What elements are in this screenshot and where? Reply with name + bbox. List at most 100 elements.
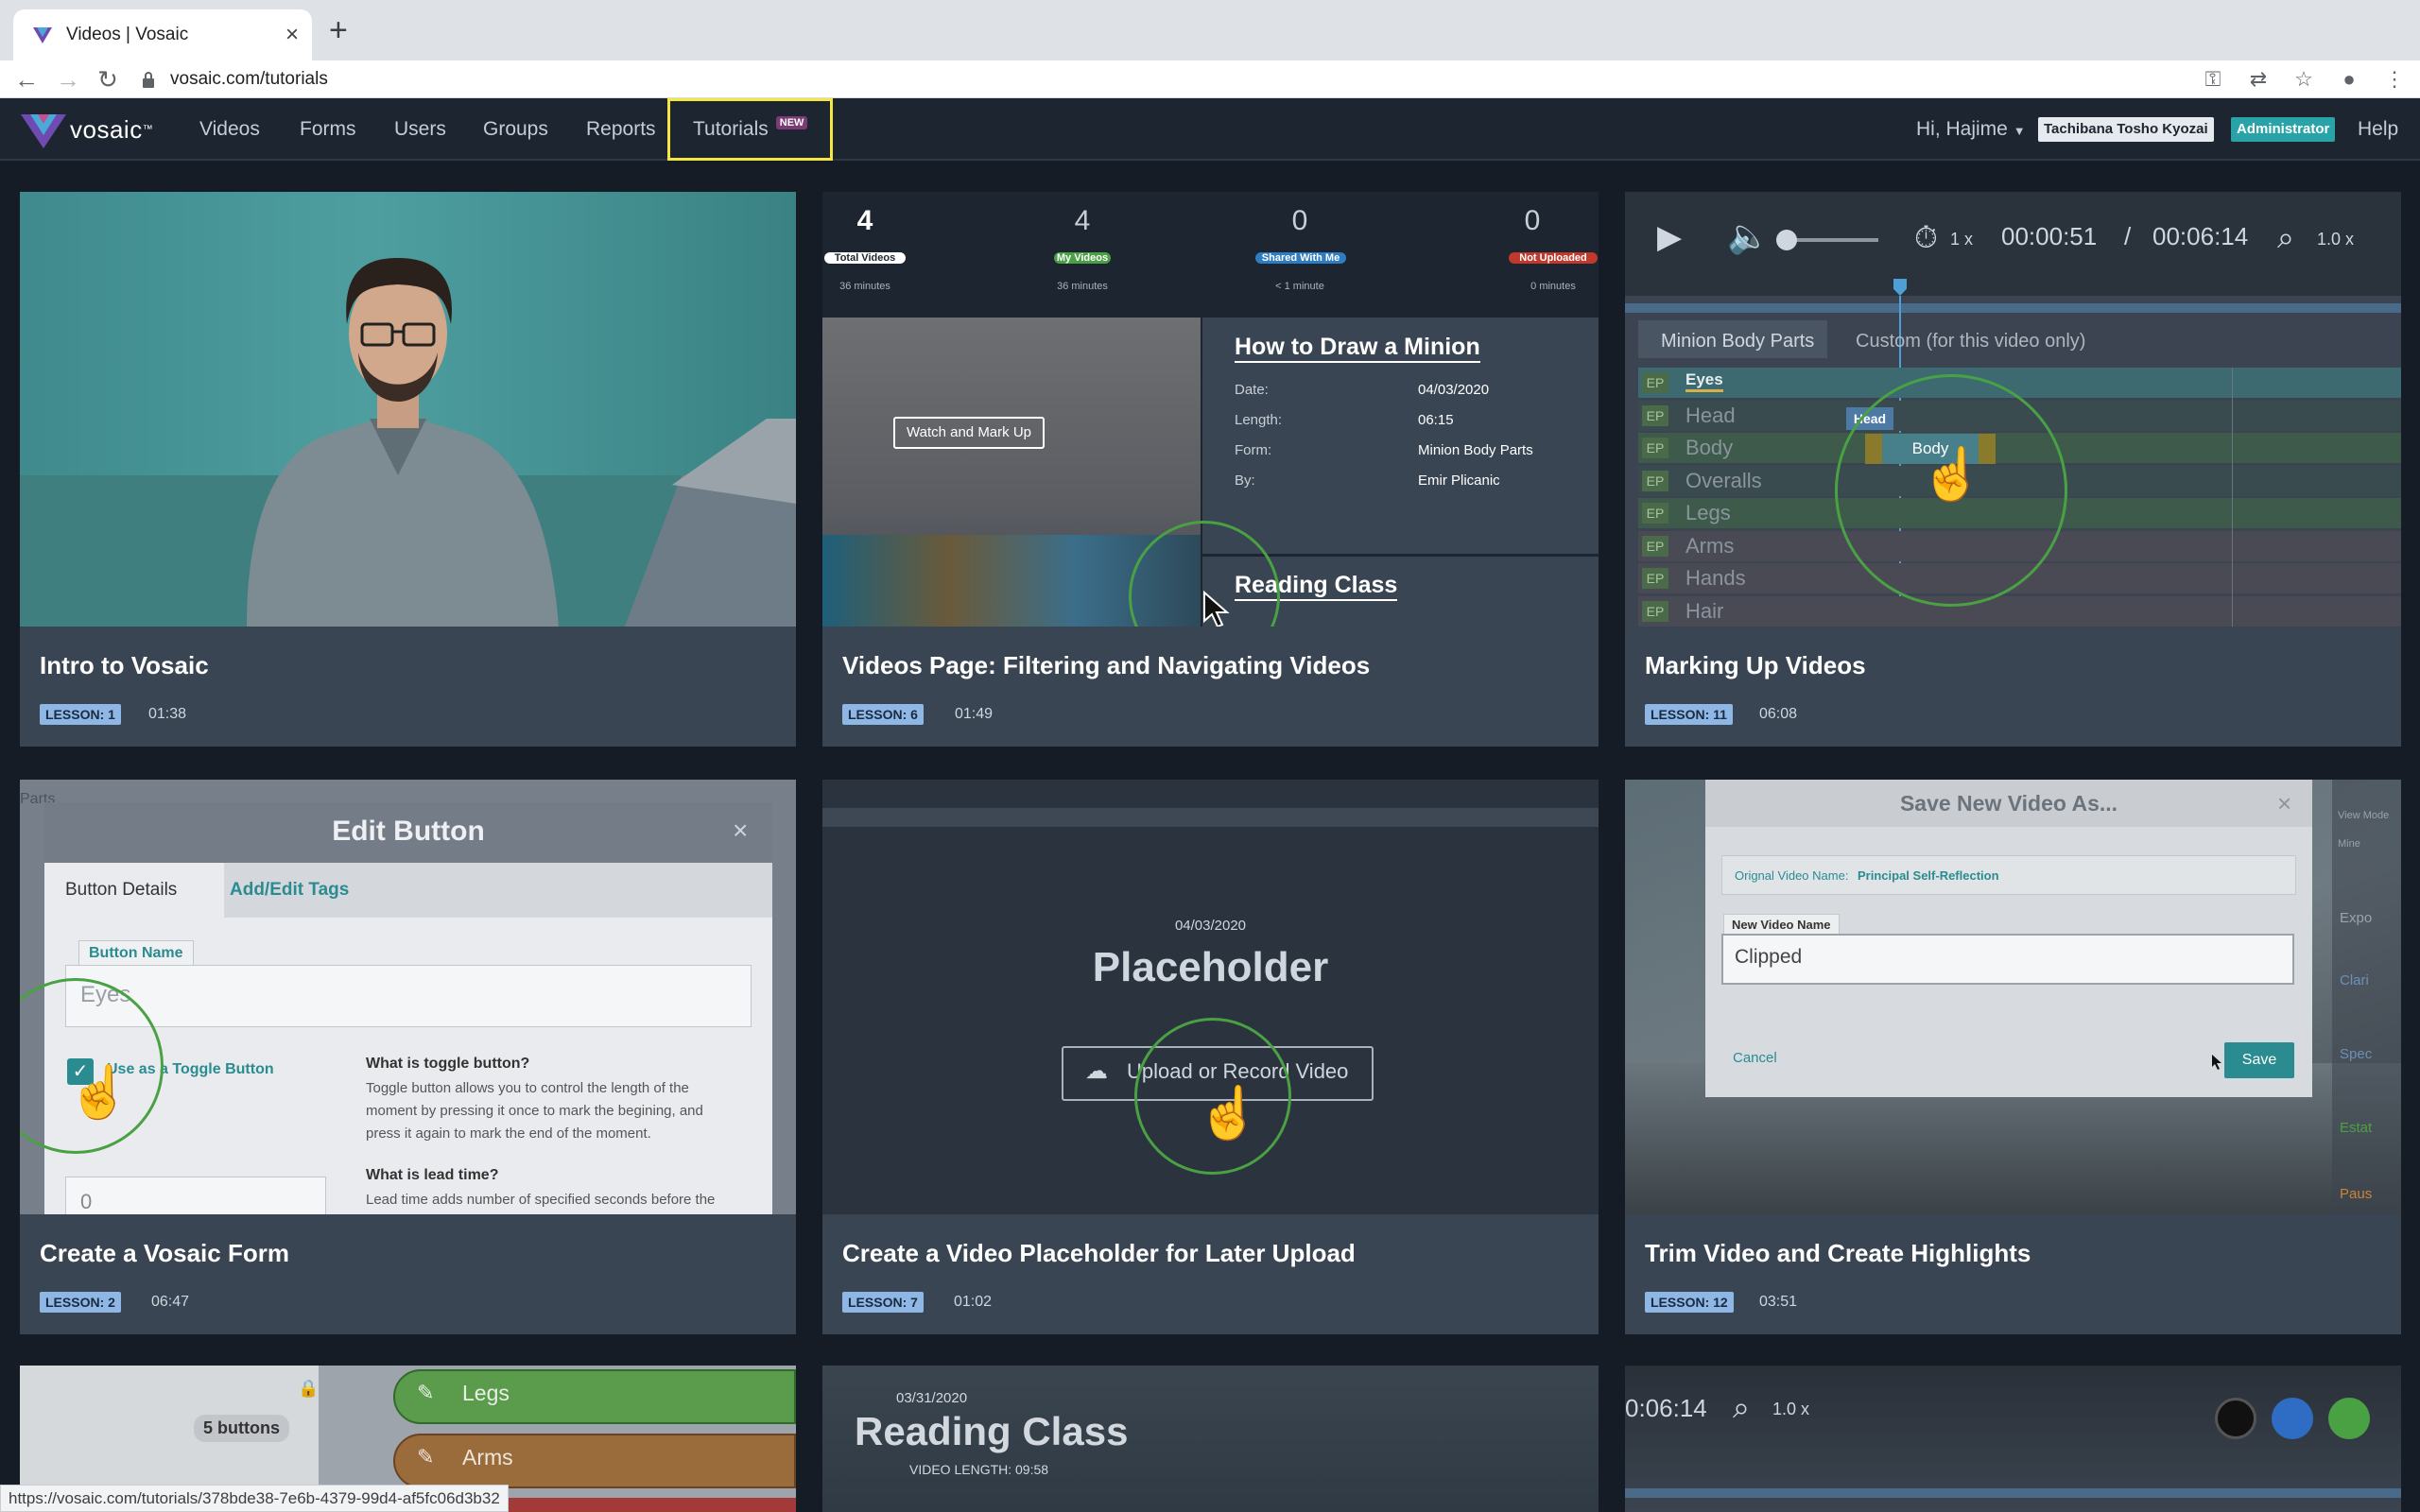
stat-sub: 36 minutes (839, 281, 890, 292)
timeline-progress[interactable] (1625, 1488, 2401, 1498)
tutorial-card[interactable]: Save New Video As... × Orignal Video Nam… (1625, 780, 2401, 1334)
legs-label: Legs (462, 1381, 510, 1405)
card-title[interactable]: Create a Video Placeholder for Later Upl… (842, 1239, 1356, 1268)
arms-button[interactable] (393, 1434, 796, 1488)
reload-icon[interactable]: ↻ (93, 60, 123, 98)
reading-title: Reading Class (855, 1409, 1129, 1453)
key-icon[interactable]: ⚿ (2201, 67, 2225, 92)
tutorial-card[interactable]: 4 Total Videos 36 minutes 4 My Videos 36… (822, 192, 1599, 747)
new-tab-icon[interactable]: + (329, 13, 348, 47)
tutorial-card-partial[interactable]: 03/31/2020 Reading Class VIDEO LENGTH: 0… (822, 1366, 1599, 1512)
timeline-progress[interactable] (1625, 303, 2401, 313)
detail-value: 04/03/2020 (1418, 382, 1490, 398)
lead-time-input[interactable] (65, 1177, 326, 1214)
card-info: Intro to Vosaic LESSON: 1 01:38 (20, 627, 796, 747)
hand-cursor-icon: ☝ (67, 1064, 131, 1121)
card-title[interactable]: Create a Vosaic Form (40, 1239, 289, 1268)
close-icon[interactable]: × (733, 816, 748, 846)
color-swatch-green[interactable] (2328, 1398, 2370, 1439)
role-badge: Administrator (2231, 117, 2336, 142)
menu-dots-icon[interactable]: ⋮ (2382, 67, 2407, 92)
lesson-badge: LESSON: 12 (1645, 1292, 1734, 1313)
ep-badge: EP (1642, 535, 1668, 557)
nav-reports[interactable]: Reports (586, 98, 656, 161)
vosaic-logo[interactable]: vosaic ™ (21, 108, 153, 151)
video-title: How to Draw a Minion (1235, 334, 1480, 363)
stat-label: My Videos (1054, 252, 1111, 264)
watch-and-mark-up-button[interactable]: Watch and Mark Up (893, 417, 1045, 449)
video-thumbnail[interactable]: 04/03/2020 Placeholder ☁ Upload or Recor… (822, 780, 1599, 1214)
video-thumbnail[interactable]: 4 Total Videos 36 minutes 4 My Videos 36… (822, 192, 1599, 627)
tutorial-card[interactable]: Parts Edit Button × Button Details Add/E… (20, 780, 796, 1334)
duration: 01:02 (954, 1294, 993, 1310)
volume-slider[interactable] (1784, 238, 1878, 242)
ep-badge: EP (1642, 568, 1668, 589)
tab-title: Videos | Vosaic (66, 25, 189, 44)
nav-groups[interactable]: Groups (483, 98, 548, 161)
browser-tab[interactable]: Videos | Vosaic × (13, 9, 312, 60)
card-info: Create a Video Placeholder for Later Upl… (822, 1214, 1599, 1334)
video-thumbnail[interactable]: Save New Video As... × Orignal Video Nam… (1625, 780, 2401, 1214)
lesson-badge: LESSON: 2 (40, 1292, 121, 1313)
duration: 03:51 (1759, 1294, 1798, 1310)
tutorial-card-partial[interactable]: 0:06:14 ⌕ 1.0 x (1625, 1366, 2401, 1512)
card-info: Marking Up Videos LESSON: 11 06:08 (1625, 627, 2401, 747)
card-title[interactable]: Videos Page: Filtering and Navigating Vi… (842, 651, 1370, 680)
translate-icon[interactable]: ⇄ (2246, 67, 2271, 92)
zoom-icon[interactable]: ⌕ (1733, 1390, 1750, 1426)
total-time: 00:06:14 (2152, 222, 2249, 250)
nav-tutorials[interactable]: Tutorials NEW (667, 98, 833, 161)
organization-badge[interactable]: Tachibana Tosho Kyozai (2038, 117, 2214, 142)
help-link[interactable]: Help (2358, 98, 2398, 161)
play-icon[interactable]: ▶ (1657, 218, 1682, 256)
button-name-input[interactable] (65, 965, 752, 1027)
user-menu[interactable]: Hi, Hajime ▼ (1916, 98, 2026, 161)
back-icon[interactable]: ← (11, 60, 42, 98)
tab-custom[interactable]: Custom (for this video only) (1856, 331, 2085, 352)
nav-forms[interactable]: Forms (300, 98, 356, 161)
card-title[interactable]: Intro to Vosaic (40, 651, 209, 680)
volume-knob[interactable] (1776, 230, 1797, 250)
tab-label: Minion Body Parts (1661, 331, 1815, 352)
profile-icon[interactable]: ● (2337, 67, 2361, 92)
zoom-icon[interactable]: ⌕ (2277, 220, 2294, 256)
zoom-value: 1.0 x (2317, 230, 2355, 249)
markup-row[interactable]: EP Eyes (1638, 368, 2401, 398)
video-thumbnail[interactable] (20, 192, 796, 627)
new-video-name-input[interactable] (1721, 934, 2294, 985)
card-title[interactable]: Trim Video and Create Highlights (1645, 1239, 2031, 1268)
nav-videos[interactable]: Videos (199, 98, 260, 161)
markup-row-label: Legs (1685, 501, 1731, 524)
nav-users[interactable]: Users (394, 98, 446, 161)
color-swatch-black[interactable] (2215, 1398, 2256, 1439)
video-thumbnail[interactable]: Parts Edit Button × Button Details Add/E… (20, 780, 796, 1214)
color-swatch-blue[interactable] (2272, 1398, 2313, 1439)
volume-icon[interactable]: 🔈 (1727, 216, 1770, 256)
forward-icon[interactable]: → (53, 60, 83, 98)
markup-row[interactable]: EP Hair (1638, 595, 2401, 627)
save-button[interactable]: Save (2224, 1042, 2294, 1078)
tutorial-card[interactable]: 04/03/2020 Placeholder ☁ Upload or Recor… (822, 780, 1599, 1334)
markup-row-label: Arms (1685, 533, 1735, 558)
video-thumbnail[interactable]: ▶ 🔈 ⏱ 1 x 00:00:51 / 00:06:14 ⌕ 1.0 x Mi… (1625, 192, 2401, 627)
link-status-bar: https://vosaic.com/tutorials/378bde38-7e… (0, 1485, 509, 1512)
star-icon[interactable]: ☆ (2291, 67, 2316, 92)
close-tab-icon[interactable]: × (285, 24, 299, 46)
tutorial-card[interactable]: ▶ 🔈 ⏱ 1 x 00:00:51 / 00:06:14 ⌕ 1.0 x Mi… (1625, 192, 2401, 747)
lead-time-value: 0 (80, 1190, 93, 1213)
stat-sub: < 1 minute (1275, 281, 1324, 292)
stat-number: 4 (856, 205, 873, 236)
stat-label: Shared With Me (1255, 252, 1346, 264)
lesson-badge: LESSON: 11 (1645, 704, 1733, 725)
tutorial-card[interactable]: Intro to Vosaic LESSON: 1 01:38 (20, 192, 796, 747)
side-label: Paus (2340, 1186, 2373, 1202)
legs-button[interactable] (393, 1369, 796, 1424)
card-title[interactable]: Marking Up Videos (1645, 651, 1866, 680)
field-label: Button Name (78, 940, 194, 966)
speed-icon[interactable]: ⏱ (1914, 220, 1938, 256)
cancel-link[interactable]: Cancel (1733, 1050, 1777, 1066)
close-icon[interactable]: × (2277, 789, 2291, 818)
ep-badge: EP (1642, 600, 1668, 622)
address-bar[interactable]: vosaic.com/tutorials ⚿ ⇄ ☆ ● ⋮ (140, 62, 2407, 96)
modal-title: Edit Button (332, 816, 485, 847)
